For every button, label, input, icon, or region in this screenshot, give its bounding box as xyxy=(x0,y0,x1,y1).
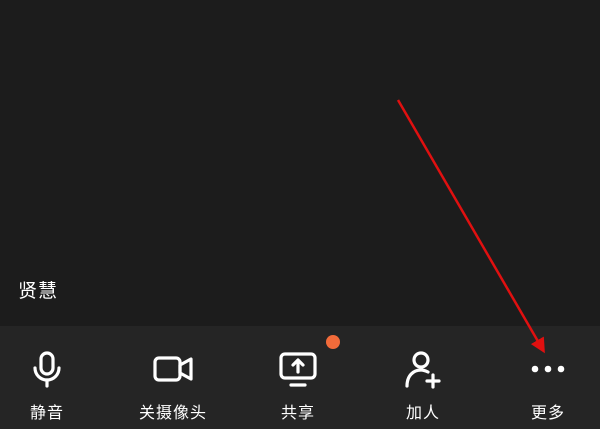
more-button[interactable]: 更多 xyxy=(488,326,600,429)
screen-share-icon xyxy=(277,348,319,390)
meeting-toolbar: 静音 关摄像头 共享 加人 更多 xyxy=(0,326,600,429)
video-camera-icon xyxy=(152,348,194,390)
invite-button[interactable]: 加人 xyxy=(363,326,483,429)
camera-off-button[interactable]: 关摄像头 xyxy=(113,326,233,429)
participant-name: 贤慧 xyxy=(18,280,59,302)
share-label: 共享 xyxy=(280,403,315,422)
more-dots-icon xyxy=(527,348,569,390)
share-notification-badge xyxy=(326,335,340,349)
add-person-icon xyxy=(402,348,444,390)
more-label: 更多 xyxy=(530,403,565,422)
mute-label: 静音 xyxy=(29,403,64,422)
video-area: 贤慧 xyxy=(0,0,600,326)
invite-label: 加人 xyxy=(405,403,440,422)
share-button[interactable]: 共享 xyxy=(238,326,358,429)
camera-off-label: 关摄像头 xyxy=(138,403,207,422)
mute-button[interactable]: 静音 xyxy=(0,326,107,429)
microphone-icon xyxy=(26,348,68,390)
